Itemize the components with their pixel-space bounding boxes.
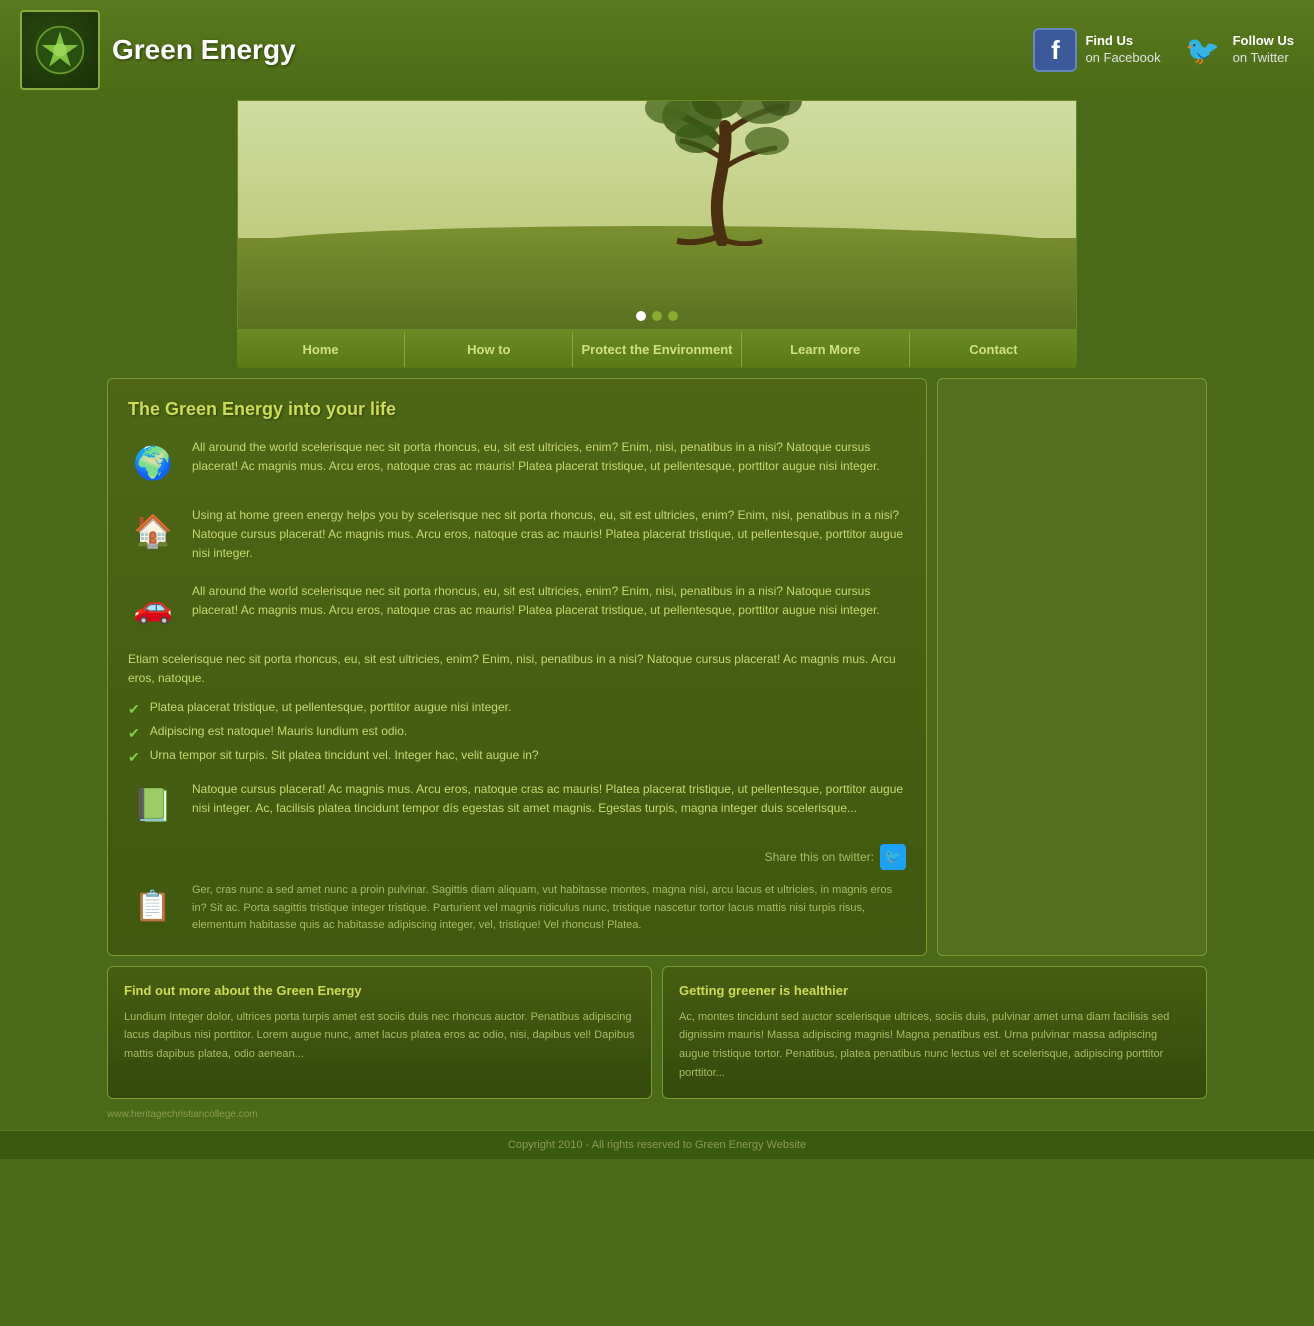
nav-learn[interactable]: Learn More xyxy=(742,332,910,367)
info-block-2: 🏠 Using at home green energy helps you b… xyxy=(128,506,906,564)
hero-dot-3[interactable] xyxy=(668,311,678,321)
etiam-paragraph: Etiam scelerisque nec sit porta rhoncus,… xyxy=(128,650,906,688)
bottom-section: Find out more about the Green Energy Lun… xyxy=(107,966,1207,1100)
check-item-2: ✔ Adipiscing est natoque! Mauris lundium… xyxy=(128,724,906,742)
check-item-3: ✔ Urna tempor sit turpis. Sit platea tin… xyxy=(128,748,906,766)
checkmark-3-icon: ✔ xyxy=(128,749,140,766)
logo-area: Green Energy xyxy=(20,10,296,90)
facebook-icon: f xyxy=(1033,28,1077,72)
notes-icon: 📋 xyxy=(128,882,178,932)
header: Green Energy f Find Us on Facebook 🐦 Fol… xyxy=(0,0,1314,100)
page-heading: The Green Energy into your life xyxy=(128,399,906,420)
nav-protect[interactable]: Protect the Environment xyxy=(573,332,741,367)
nav-howto[interactable]: How to xyxy=(405,332,573,367)
notes-block: 📋 Ger, cras nunc a sed amet nunc a proin… xyxy=(128,882,906,935)
house-icon: 🏠 xyxy=(128,506,178,556)
twitter-share-label: Share this on twitter: xyxy=(765,850,874,864)
site-title: Green Energy xyxy=(112,34,296,66)
check-text-1: Platea placerat tristique, ut pellentesq… xyxy=(150,700,512,714)
bottom-box-2: Getting greener is healthier Ac, montes … xyxy=(662,966,1207,1100)
globe-icon: 🌍 xyxy=(128,438,178,488)
nav-home[interactable]: Home xyxy=(237,332,405,367)
bottom-box-2-title: Getting greener is healthier xyxy=(679,983,1190,998)
bottom-box-2-text: Ac, montes tincidunt sed auctor sceleris… xyxy=(679,1008,1190,1083)
info-text-1: All around the world scelerisque nec sit… xyxy=(192,438,906,476)
book-block: 📗 Natoque cursus placerat! Ac magnis mus… xyxy=(128,780,906,830)
hero-dot-1[interactable] xyxy=(636,311,646,321)
notes-text: Ger, cras nunc a sed amet nunc a proin p… xyxy=(192,882,906,935)
twitter-share-row: Share this on twitter: 🐦 xyxy=(128,844,906,870)
twitter-share-button[interactable]: 🐦 xyxy=(880,844,906,870)
content-area: The Green Energy into your life 🌍 All ar… xyxy=(107,378,927,956)
hero-dot-2[interactable] xyxy=(652,311,662,321)
twitter-link[interactable]: 🐦 Follow Us on Twitter xyxy=(1181,28,1294,72)
hero-tree xyxy=(617,100,817,249)
facebook-link[interactable]: f Find Us on Facebook xyxy=(1033,28,1160,72)
logo-box xyxy=(20,10,100,90)
nav-contact[interactable]: Contact xyxy=(910,332,1077,367)
check-text-2: Adipiscing est natoque! Mauris lundium e… xyxy=(150,724,407,738)
info-text-3: All around the world scelerisque nec sit… xyxy=(192,582,906,620)
footer-copyright: Copyright 2010 - All rights reserved to … xyxy=(0,1130,1314,1159)
info-block-1: 🌍 All around the world scelerisque nec s… xyxy=(128,438,906,488)
logo-icon xyxy=(35,25,85,75)
navigation: Home How to Protect the Environment Lear… xyxy=(237,330,1077,368)
car-icon: 🚗 xyxy=(128,582,178,632)
check-text-3: Urna tempor sit turpis. Sit platea tinci… xyxy=(150,748,539,762)
facebook-label: Find Us on Facebook xyxy=(1085,33,1160,67)
social-area: f Find Us on Facebook 🐦 Follow Us on Twi… xyxy=(1033,28,1294,72)
main-content-wrapper: The Green Energy into your life 🌍 All ar… xyxy=(107,378,1207,956)
hero-banner xyxy=(237,100,1077,330)
footer-url: www.heritagechristiancollege.com xyxy=(107,1109,1207,1120)
book-icon: 📗 xyxy=(128,780,178,830)
book-text: Natoque cursus placerat! Ac magnis mus. … xyxy=(192,780,906,818)
bottom-box-1-text: Lundium Integer dolor, ultrices porta tu… xyxy=(124,1008,635,1064)
bottom-box-1-title: Find out more about the Green Energy xyxy=(124,983,635,998)
hero-dots xyxy=(636,311,678,321)
bottom-box-1: Find out more about the Green Energy Lun… xyxy=(107,966,652,1100)
info-block-3: 🚗 All around the world scelerisque nec s… xyxy=(128,582,906,632)
checkmark-2-icon: ✔ xyxy=(128,725,140,742)
info-text-2: Using at home green energy helps you by … xyxy=(192,506,906,564)
right-sidebar xyxy=(937,378,1207,956)
twitter-label: Follow Us on Twitter xyxy=(1233,33,1294,67)
check-item-1: ✔ Platea placerat tristique, ut pellente… xyxy=(128,700,906,718)
checkmark-1-icon: ✔ xyxy=(128,701,140,718)
twitter-bird-icon: 🐦 xyxy=(1181,28,1225,72)
